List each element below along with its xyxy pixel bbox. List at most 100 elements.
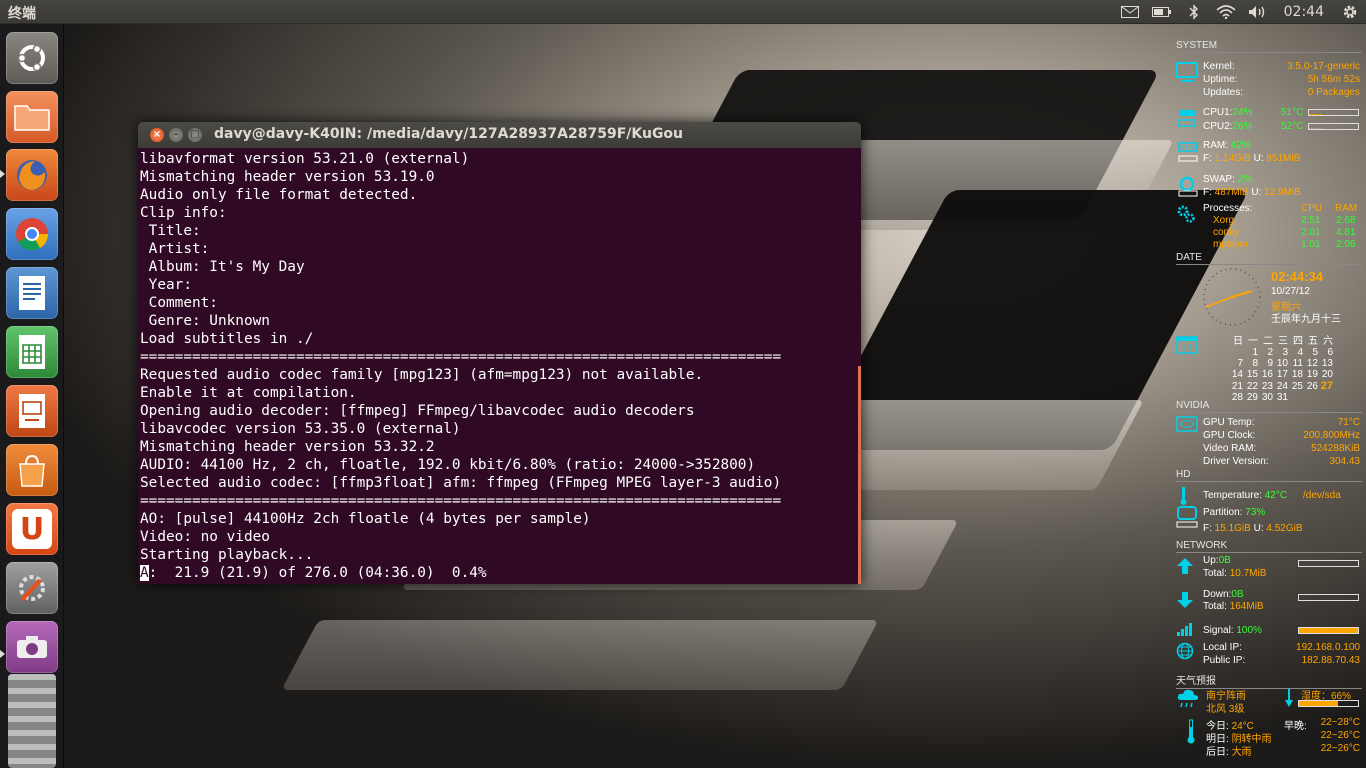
terminal-output[interactable]: libavformat version 53.21.0 (external) Mi… [140, 150, 856, 582]
arrow-up-icon [1176, 557, 1194, 578]
launcher-impress-button[interactable] [6, 385, 58, 437]
launcher-screenshot-button[interactable] [6, 621, 58, 673]
download-total-label: Total: [1203, 601, 1227, 612]
download-speed: 0B [1231, 589, 1244, 600]
presentation-icon [12, 391, 52, 431]
calendar-day: 19 [1306, 369, 1318, 380]
launcher-settings-button[interactable] [6, 562, 58, 614]
launcher-stacked-items[interactable] [8, 674, 56, 768]
wrench-icon [12, 568, 52, 608]
cpu2-graph [1308, 123, 1359, 130]
terminal-line: Enable it at compilation. [140, 385, 357, 401]
upload-total-label: Total: [1203, 568, 1227, 579]
launcher-files-button[interactable] [6, 91, 58, 143]
maximize-icon[interactable]: □ [188, 128, 202, 142]
uptime-label: Uptime: [1203, 74, 1238, 85]
calendar-day: 3 [1282, 347, 1288, 358]
cal-weekday-head: 六 [1323, 336, 1333, 347]
gpu-temp: 71°C [1337, 417, 1360, 428]
gpu-temp-label: GPU Temp: [1203, 417, 1255, 428]
calendar-day: 20 [1321, 369, 1333, 380]
upload-graph [1298, 560, 1359, 567]
calendar-day: 5 [1312, 347, 1318, 358]
download-total: 164MiB [1229, 601, 1264, 612]
calendar-day: 1 [1252, 347, 1258, 358]
date-header: DATE [1176, 252, 1362, 265]
cal-weekday-head: 日 [1233, 336, 1243, 347]
hd-device: /dev/sda [1303, 490, 1341, 501]
download-graph [1298, 594, 1359, 601]
cal-weekday-head: 二 [1263, 336, 1273, 347]
analog-clock [1202, 267, 1262, 330]
launcher-writer-button[interactable] [6, 267, 58, 319]
calendar-day: 11 [1292, 358, 1303, 369]
calendar-day: 25 [1291, 381, 1303, 392]
app-title: 终端 [8, 6, 36, 22]
signal-bar [1298, 627, 1359, 634]
launcher: U [0, 24, 64, 768]
signal-value: 100% [1236, 625, 1262, 636]
launcher-chrome-button[interactable] [6, 208, 58, 260]
terminal-line: Requested audio codec family [mpg123] (a… [140, 367, 704, 383]
terminal-line: Album: It's My Day [140, 259, 305, 275]
launcher-software-center-button[interactable] [6, 444, 58, 496]
calendar-day: 23 [1261, 381, 1273, 392]
cal-weekday-head: 五 [1308, 336, 1318, 347]
driver-label: Driver Version: [1203, 456, 1269, 467]
driver-version: 304.43 [1329, 456, 1360, 467]
battery-icon[interactable] [1146, 0, 1178, 24]
launcher-calc-button[interactable] [6, 326, 58, 378]
launcher-ubuntu-one-button[interactable]: U [6, 503, 58, 555]
partition-value: 73% [1245, 507, 1266, 518]
cpu1-value: 24% [1232, 107, 1253, 118]
signal-icon [1176, 621, 1194, 639]
download-label: Down: [1203, 589, 1232, 600]
mail-icon[interactable] [1114, 0, 1146, 24]
calendar-day: 6 [1327, 347, 1333, 358]
minimize-icon[interactable]: – [169, 128, 183, 142]
gears-icon [1176, 204, 1196, 227]
terminal-line: Video: no video [140, 529, 270, 545]
cal-weekday-head: 一 [1248, 336, 1258, 347]
network-header: NETWORK [1176, 540, 1362, 553]
top-panel: 终端 02:44 [0, 0, 1366, 24]
calendar-day: 2 [1267, 347, 1273, 358]
cpu1-temp: 51°C [1281, 107, 1304, 118]
document-icon [12, 273, 52, 313]
kernel-label: Kernel: [1203, 61, 1235, 72]
scrollbar[interactable] [858, 366, 861, 584]
calendar-icon: 27 [1176, 334, 1198, 357]
terminal-window[interactable]: × – □ davy@davy-K40IN: /media/davy/127A2… [138, 122, 861, 584]
close-icon[interactable]: × [150, 128, 164, 142]
ram-value: 42% [1230, 140, 1251, 151]
terminal-line: Mismatching header version 53.32.2 [140, 439, 435, 455]
gpu-icon [1176, 416, 1198, 435]
svg-text:27: 27 [1182, 344, 1192, 353]
terminal-line: Load subtitles in ./ [140, 331, 314, 347]
bluetooth-icon[interactable] [1178, 0, 1210, 24]
calendar-day: 9 [1267, 358, 1273, 369]
volume-icon[interactable] [1242, 0, 1274, 24]
calendar-grid: 1 2 3 4 5 6 7 8 9 10 11 12 13 14 15 16 17 18 19 20 21 22 23 24 2… [1228, 347, 1333, 403]
clock[interactable]: 02:44 [1274, 4, 1334, 20]
gear-icon[interactable] [1334, 0, 1366, 24]
window-titlebar[interactable]: × – □ davy@davy-K40IN: /media/davy/127A2… [138, 122, 861, 148]
launcher-firefox-button[interactable] [6, 149, 58, 201]
swap-used: 12.9MiB [1264, 187, 1301, 198]
terminal-line: libavcodec version 53.35.0 (external) [140, 421, 461, 437]
ram-icon [1178, 142, 1198, 167]
upload-speed: 0B [1218, 555, 1231, 566]
wifi-icon[interactable] [1210, 0, 1242, 24]
processes-label: Processes: [1203, 203, 1253, 214]
launcher-dash-button[interactable] [6, 32, 58, 84]
humidity-arrow-icon [1284, 688, 1294, 711]
vram-value: 524288KiB [1311, 443, 1360, 454]
ubuntu-logo-icon [12, 38, 52, 78]
terminal-line: libavformat version 53.21.0 (external) [140, 151, 470, 167]
conky-panel: SYSTEM Kernel: 3.5.0-17-generic Uptime: … [1170, 36, 1366, 768]
cpu2-label: CPU2: [1203, 121, 1233, 132]
hd-temp-label: Temperature: [1203, 490, 1262, 501]
calendar-day: 13 [1321, 358, 1333, 369]
date-value: 10/27/12 [1271, 286, 1310, 297]
running-indicator [0, 170, 5, 178]
